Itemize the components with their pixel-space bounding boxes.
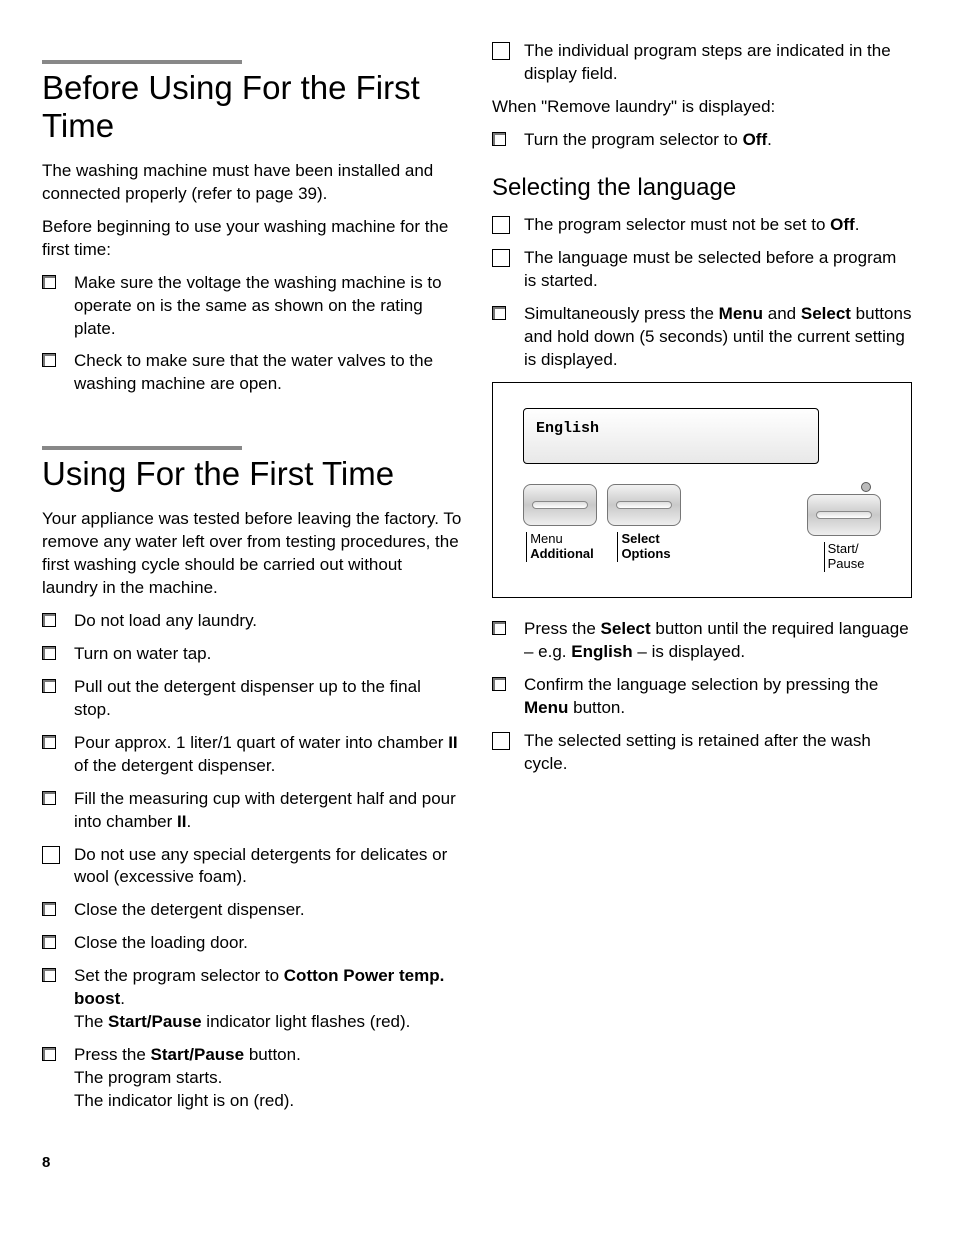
- heading-using-first-time: Using For the First Time: [42, 455, 462, 493]
- paragraph: Before beginning to use your washing mac…: [42, 216, 462, 262]
- list-item: Pour approx. 1 liter/1 quart of water in…: [42, 732, 462, 778]
- control-panel-diagram: English MenuAdditional SelectOptions Sta…: [492, 382, 912, 598]
- page-number: 8: [42, 1153, 912, 1173]
- list-item: Press the Select button until the requir…: [492, 618, 912, 664]
- start-pause-button: [807, 494, 881, 536]
- list-item: Pull out the detergent dispenser up to t…: [42, 676, 462, 722]
- list-item: Turn on water tap.: [42, 643, 462, 666]
- note: The individual program steps are indicat…: [492, 40, 912, 86]
- section-rule: [42, 446, 242, 450]
- list-item: Simultaneously press the Menu and Select…: [492, 303, 912, 372]
- section-rule: [42, 60, 242, 64]
- paragraph: The washing machine must have been insta…: [42, 160, 462, 206]
- note: Do not use any special detergents for de…: [42, 844, 462, 890]
- heading-before-using: Before Using For the First Time: [42, 69, 462, 145]
- list-item: Close the detergent dispenser.: [42, 899, 462, 922]
- list-item: Fill the measuring cup with detergent ha…: [42, 788, 462, 834]
- select-button: [607, 484, 681, 526]
- list-item: Set the program selector to Cotton Power…: [42, 965, 462, 1034]
- list-item: Do not load any laundry.: [42, 610, 462, 633]
- list-item: Confirm the language selection by pressi…: [492, 674, 912, 720]
- list-item: Close the loading door.: [42, 932, 462, 955]
- list-item: Check to make sure that the water valves…: [42, 350, 462, 396]
- menu-button: [523, 484, 597, 526]
- start-pause-button-group: Start/Pause: [807, 484, 881, 572]
- paragraph: Your appliance was tested before leaving…: [42, 508, 462, 600]
- note: The program selector must not be set to …: [492, 214, 912, 237]
- list-item: Turn the program selector to Off.: [492, 129, 912, 152]
- paragraph: When "Remove laundry" is displayed:: [492, 96, 912, 119]
- lcd-display: English: [523, 408, 819, 464]
- indicator-led: [861, 482, 871, 492]
- note: The language must be selected before a p…: [492, 247, 912, 293]
- list-item: Press the Start/Pause button. The progra…: [42, 1044, 462, 1113]
- heading-selecting-language: Selecting the language: [492, 172, 912, 204]
- menu-button-group: MenuAdditional: [523, 484, 597, 562]
- select-button-group: SelectOptions: [607, 484, 681, 562]
- note: The selected setting is retained after t…: [492, 730, 912, 776]
- list-item: Make sure the voltage the washing machin…: [42, 272, 462, 341]
